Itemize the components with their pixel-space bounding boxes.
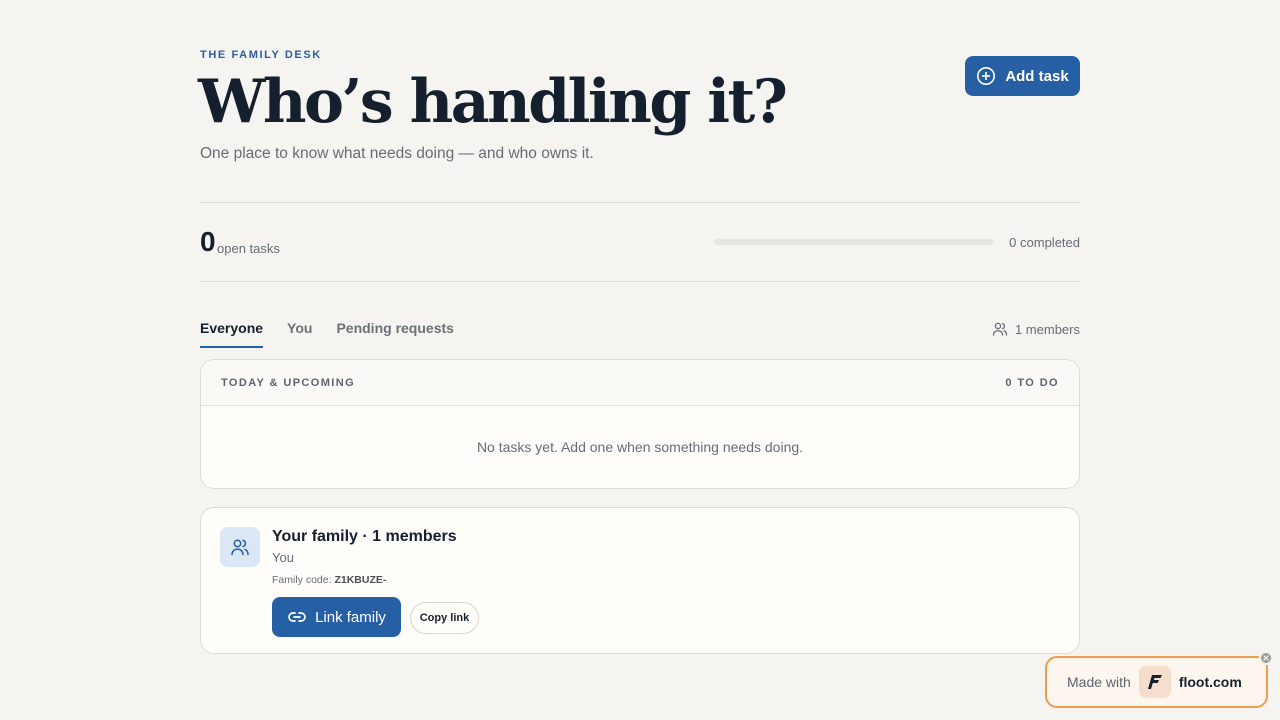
made-with-text: Made with: [1067, 674, 1131, 690]
link-family-label: Link family: [315, 608, 386, 626]
add-task-button[interactable]: Add task: [965, 56, 1080, 96]
floot-brand: floot.com: [1178, 674, 1242, 690]
family-member-name: You: [272, 550, 294, 565]
family-code: Family code: Z1KBUZE-: [272, 574, 386, 586]
members-count: 1 members: [992, 321, 1080, 337]
page-title: Who’s handling it?: [198, 67, 788, 137]
open-task-count: 0: [200, 226, 216, 257]
tab-you[interactable]: You: [287, 320, 312, 348]
tasks-card: TODAY & UPCOMING 0 TO DO No tasks yet. A…: [200, 359, 1080, 489]
divider: [200, 281, 1080, 282]
users-icon: [220, 527, 260, 567]
family-code-value: Z1KBUZE-: [334, 574, 387, 586]
divider: [200, 202, 1080, 203]
todo-count: 0 TO DO: [1005, 376, 1059, 389]
tab-pending-requests[interactable]: Pending requests: [336, 320, 453, 348]
copy-link-button[interactable]: Copy link: [410, 602, 479, 634]
open-task-label: open tasks: [217, 241, 280, 256]
family-code-label: Family code:: [272, 574, 332, 586]
family-card: Your family · 1 members You Family code:…: [200, 507, 1080, 654]
empty-state-text: No tasks yet. Add one when something nee…: [476, 439, 804, 455]
users-icon: [992, 321, 1008, 337]
tab-everyone[interactable]: Everyone: [200, 320, 264, 348]
eyebrow-label: THE FAMILY DESK: [200, 49, 322, 61]
link-icon: [287, 607, 307, 627]
add-task-label: Add task: [1005, 67, 1069, 85]
members-count-text: 1 members: [1014, 321, 1080, 337]
close-icon[interactable]: [1259, 651, 1273, 665]
completed-count: 0 completed: [1009, 235, 1080, 250]
section-title: TODAY & UPCOMING: [221, 376, 356, 389]
made-with-floot-badge[interactable]: Made with floot.com: [1045, 656, 1268, 708]
task-filter-tabs: Everyone You Pending requests: [200, 320, 454, 348]
family-title: Your family · 1 members: [272, 528, 457, 545]
floot-logo-icon: [1138, 666, 1171, 698]
completion-progress-bar: [714, 239, 994, 245]
tasks-card-header: TODAY & UPCOMING 0 TO DO: [201, 360, 1079, 406]
link-family-button[interactable]: Link family: [272, 597, 401, 637]
plus-circle-icon: [976, 66, 996, 86]
page-subtitle: One place to know what needs doing — and…: [200, 145, 594, 162]
